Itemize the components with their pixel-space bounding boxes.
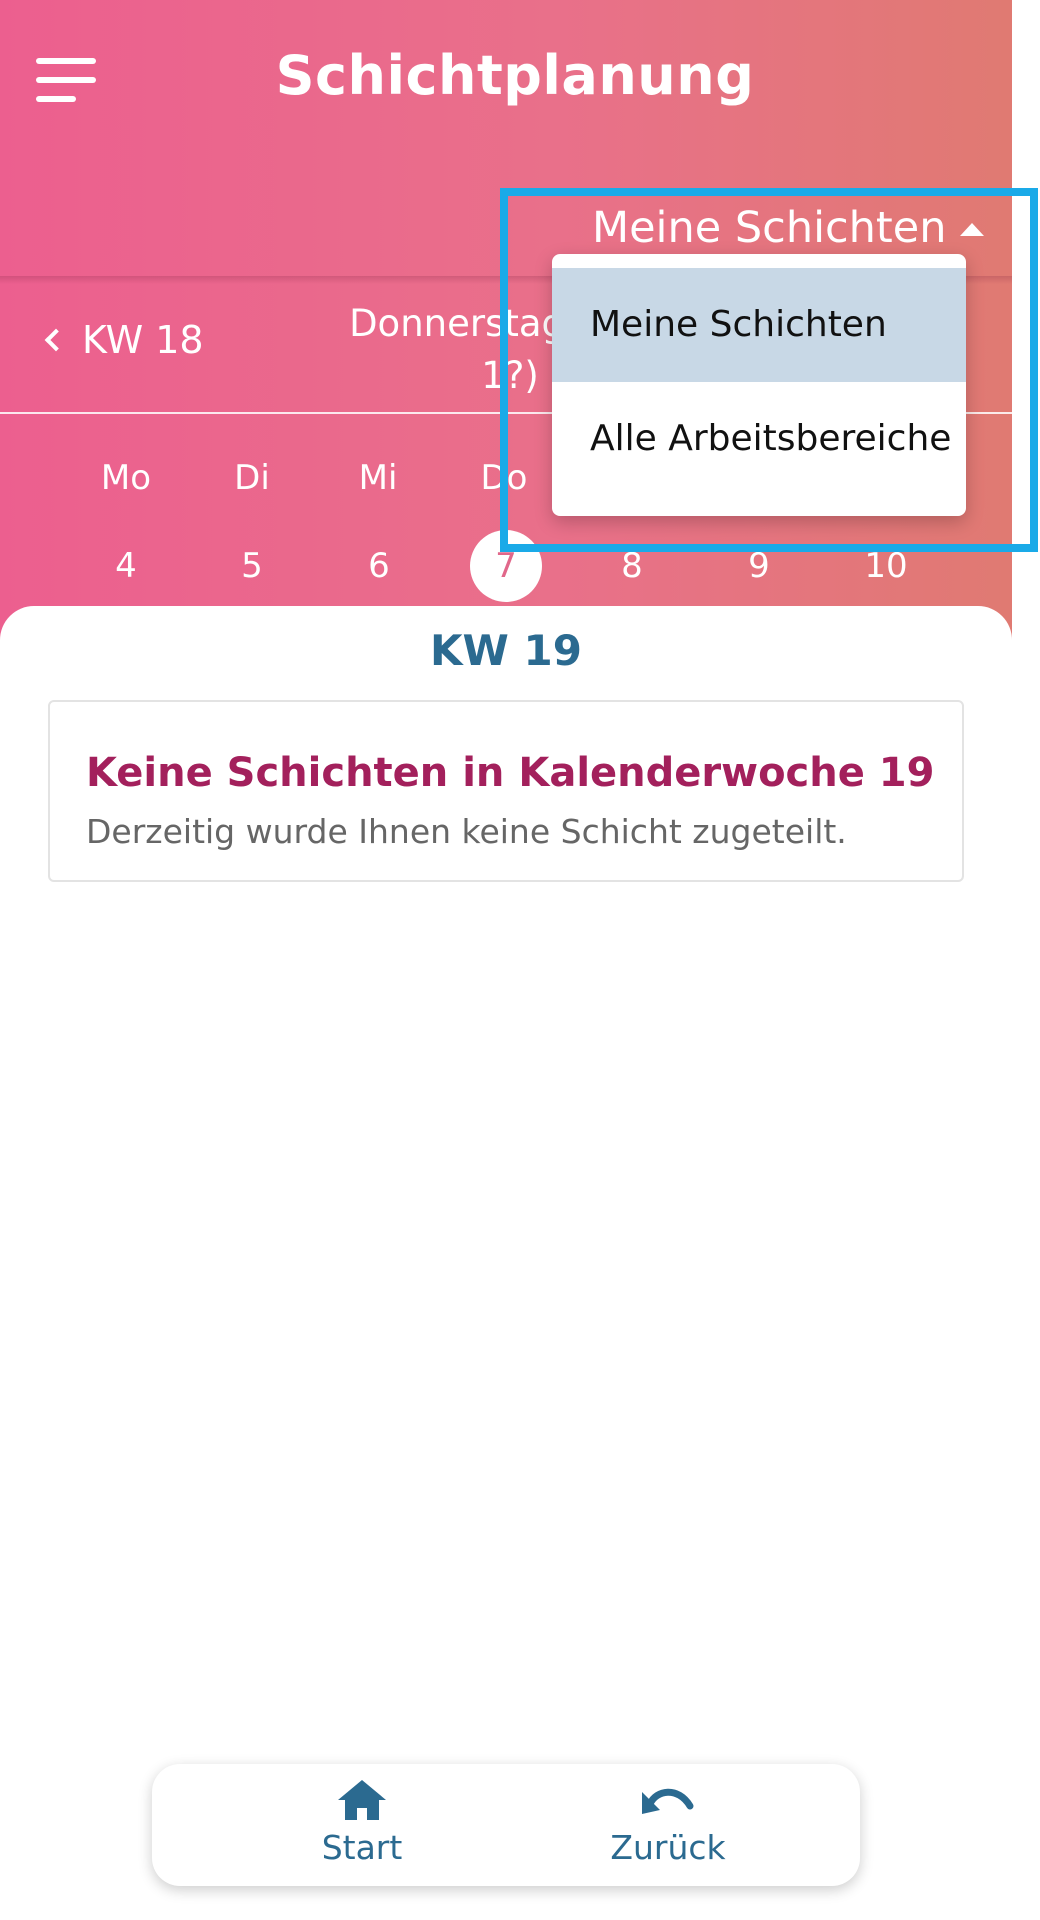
main-content: KW 19 Keine Schichten in Kalenderwoche 1… — [0, 606, 1012, 1920]
day-4[interactable]: 4 — [90, 530, 162, 602]
page-edge — [1012, 0, 1040, 640]
weekday-di: Di — [234, 458, 270, 498]
weekday-do: Do — [480, 458, 528, 498]
bottom-navigation: Start Zurück — [152, 1764, 860, 1886]
start-button[interactable]: Start — [252, 1778, 472, 1878]
back-button[interactable]: Zurück — [558, 1778, 778, 1878]
previous-week-button[interactable]: KW 18 — [44, 318, 204, 362]
caret-up-icon — [960, 222, 985, 236]
shift-filter-menu: Meine Schichten Alle Arbeitsbereiche — [552, 254, 966, 516]
start-label: Start — [321, 1828, 403, 1867]
weekday-mi: Mi — [358, 458, 398, 498]
undo-icon — [642, 1788, 694, 1814]
chevron-left-icon — [44, 328, 68, 352]
menu-item-alle-arbeitsbereiche[interactable]: Alle Arbeitsbereiche — [552, 382, 966, 496]
day-7-selected[interactable]: 7 — [470, 530, 542, 602]
day-9[interactable]: 9 — [723, 530, 795, 602]
shift-filter-dropdown[interactable]: Meine Schichten — [592, 200, 985, 256]
day-10[interactable]: 10 — [850, 530, 922, 602]
empty-state-card: Keine Schichten in Kalenderwoche 19 Derz… — [48, 700, 964, 882]
back-label: Zurück — [610, 1828, 726, 1867]
day-5[interactable]: 5 — [216, 530, 288, 602]
shift-filter-label: Meine Schichten — [592, 203, 947, 253]
home-icon — [338, 1780, 386, 1820]
day-8[interactable]: 8 — [596, 530, 668, 602]
weekday-mo: Mo — [100, 458, 152, 498]
week-title: KW 19 — [430, 626, 582, 675]
previous-week-label: KW 18 — [82, 318, 204, 362]
day-6[interactable]: 6 — [343, 530, 415, 602]
empty-state-title: Keine Schichten in Kalenderwoche 19 — [86, 750, 935, 796]
empty-state-text: Derzeitig wurde Ihnen keine Schicht zuge… — [86, 812, 847, 851]
page-title: Schichtplanung — [275, 44, 755, 107]
menu-item-meine-schichten[interactable]: Meine Schichten — [552, 268, 966, 382]
